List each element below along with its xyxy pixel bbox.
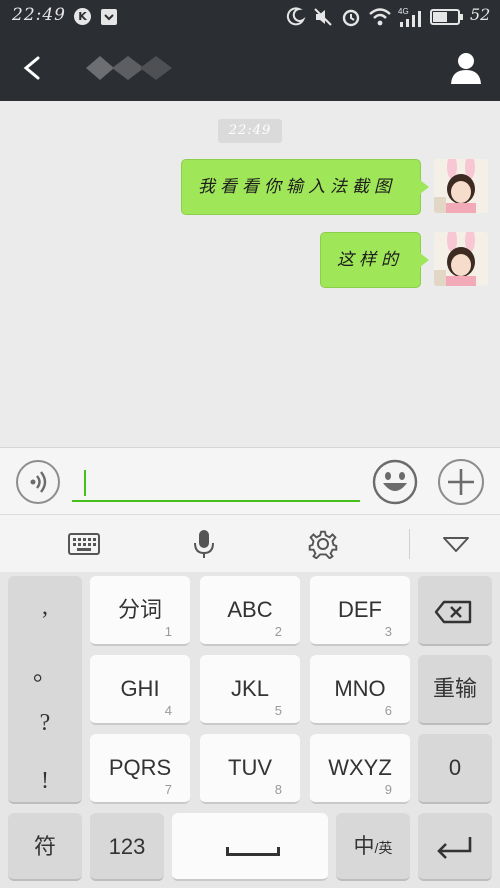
toolbar-divider <box>409 529 410 559</box>
moon-icon <box>286 7 306 26</box>
keyboard-icon[interactable] <box>68 529 100 559</box>
key-number: 2 <box>274 624 282 639</box>
lang-alt-label: /英 <box>374 840 393 856</box>
punctuation-comma[interactable]: , <box>8 594 82 621</box>
battery-icon <box>430 9 463 25</box>
backspace-icon <box>434 600 472 624</box>
key-label: DEF <box>338 597 382 622</box>
svg-text:4G: 4G <box>398 7 409 16</box>
punctuation-exclamation[interactable]: ! <box>8 768 82 795</box>
key-number: 6 <box>384 703 392 718</box>
mute-icon <box>314 8 332 26</box>
language-switch-key[interactable]: 中/英 <box>336 813 410 881</box>
key-number: 1 <box>164 624 172 639</box>
key-label: TUV <box>228 755 272 780</box>
battery-level: 52 <box>470 5 491 24</box>
key-mno[interactable]: MNO 6 <box>310 655 410 725</box>
emoji-icon[interactable] <box>372 459 418 505</box>
key-label: WXYZ <box>328 755 392 780</box>
key-number: 8 <box>274 782 282 797</box>
lang-main-label: 中 <box>353 835 375 858</box>
key-number: 7 <box>164 782 172 797</box>
key-label: ABC <box>227 597 273 622</box>
contact-name-blurred <box>86 56 172 80</box>
download-icon <box>101 9 117 25</box>
collapse-triangle-icon[interactable] <box>440 529 472 559</box>
keyboard-toolbar <box>0 514 500 572</box>
key-jkl[interactable]: JKL 5 <box>200 655 300 725</box>
key-number: 9 <box>384 782 392 797</box>
signal-4g-icon: 4G <box>398 7 421 27</box>
key-wxyz[interactable]: WXYZ 9 <box>310 734 410 804</box>
punctuation-column[interactable]: , 。 ? ! <box>8 576 82 804</box>
text-caret <box>84 470 86 496</box>
chat-title-bar <box>0 34 500 101</box>
message-timestamp: 22:49 <box>218 119 282 143</box>
space-key[interactable] <box>172 813 328 881</box>
avatar-photo <box>434 159 488 213</box>
numbers-key[interactable]: 123 <box>90 813 164 881</box>
language-switch-label: 中/英 <box>336 834 410 861</box>
message-input-bar <box>0 447 500 514</box>
key-abc[interactable]: ABC 2 <box>200 576 300 646</box>
key-label: 重输 <box>432 676 477 701</box>
wifi-icon <box>369 8 391 26</box>
enter-key[interactable] <box>418 813 492 881</box>
key-label: 0 <box>448 755 462 780</box>
voice-input-button[interactable] <box>16 460 60 504</box>
plus-icon <box>448 469 474 495</box>
key-label: MNO <box>334 676 386 701</box>
person-icon[interactable] <box>448 50 484 86</box>
microphone-icon[interactable] <box>188 529 220 559</box>
message-input[interactable] <box>72 464 360 502</box>
message-bubble[interactable]: 这样的 <box>320 232 429 288</box>
key-fenci[interactable]: 分词 1 <box>90 576 190 646</box>
key-label: 符 <box>33 834 56 859</box>
t9-keyboard: , 。 ? ! 分词 1 ABC 2 DEF 3 GHI 4 JKL 5 MNO… <box>0 572 500 888</box>
voice-icon <box>30 471 47 493</box>
status-time: 22:49 <box>12 5 66 25</box>
key-def[interactable]: DEF 3 <box>310 576 410 646</box>
key-number: 5 <box>274 703 282 718</box>
chat-message-area[interactable]: 22:49 我看看你输入法截图 这样的 <box>0 101 500 447</box>
retype-key[interactable]: 重输 <box>418 655 492 725</box>
key-label: JKL <box>231 676 269 701</box>
punctuation-question[interactable]: ? <box>8 710 82 737</box>
key-label: 123 <box>108 834 146 859</box>
key-ghi[interactable]: GHI 4 <box>90 655 190 725</box>
enter-icon <box>437 837 472 859</box>
avatar[interactable] <box>434 232 488 286</box>
more-options-button[interactable] <box>438 459 484 505</box>
gear-icon[interactable] <box>307 529 339 559</box>
status-bar: 22:49 K 4G 52 <box>0 0 500 34</box>
message-bubble[interactable]: 我看看你输入法截图 <box>181 159 429 215</box>
key-label: 分词 <box>117 597 162 622</box>
key-label: GHI <box>120 676 160 701</box>
key-number: 3 <box>384 624 392 639</box>
key-zero[interactable]: 0 <box>418 734 492 804</box>
backspace-key[interactable] <box>418 576 492 646</box>
back-arrow-icon[interactable] <box>16 52 48 84</box>
k-app-icon: K <box>74 8 91 25</box>
avatar[interactable] <box>434 159 488 213</box>
key-pqrs[interactable]: PQRS 7 <box>90 734 190 804</box>
key-label: PQRS <box>108 755 172 780</box>
key-tuv[interactable]: TUV 8 <box>200 734 300 804</box>
space-icon <box>226 847 280 856</box>
alarm-icon <box>342 9 360 27</box>
punctuation-period[interactable]: 。 <box>8 652 82 687</box>
symbol-key[interactable]: 符 <box>8 813 82 881</box>
key-number: 4 <box>164 703 172 718</box>
avatar-photo <box>434 232 488 286</box>
